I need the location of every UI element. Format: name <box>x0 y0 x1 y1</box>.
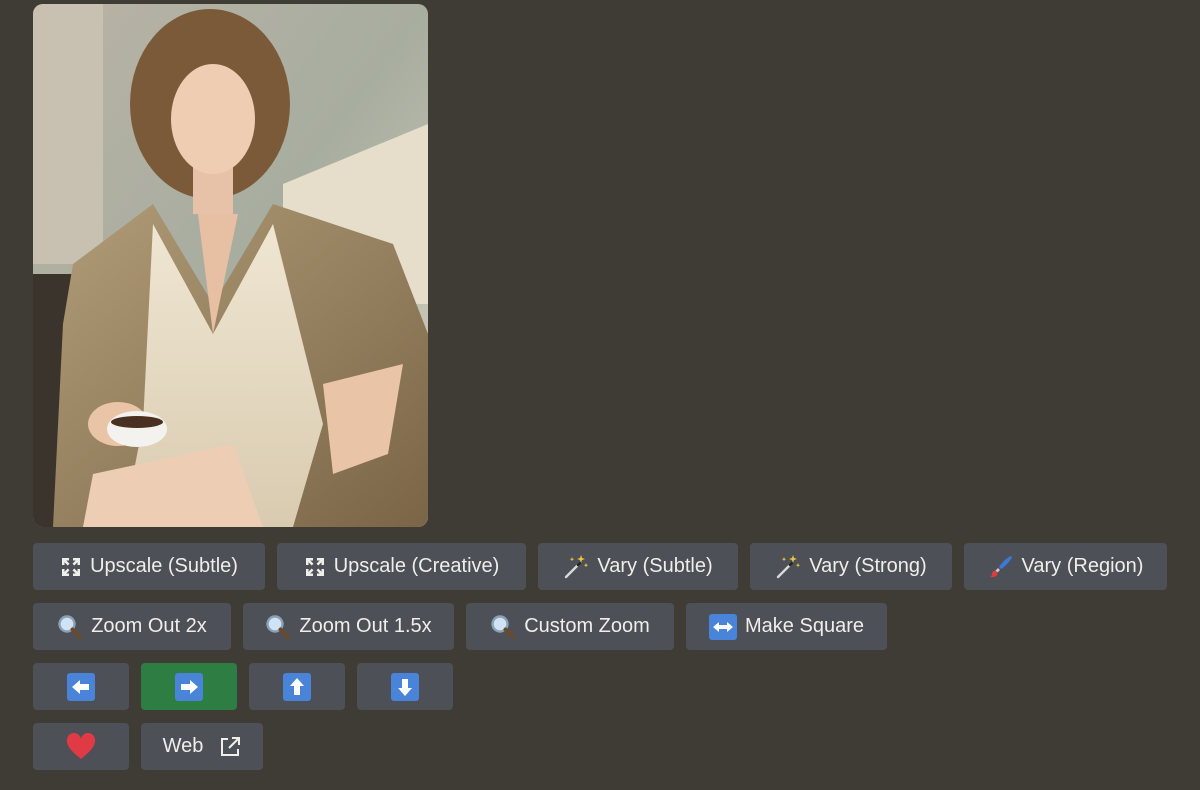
vary-strong-button[interactable]: Vary (Strong) <box>750 543 952 590</box>
magic-wand-icon <box>563 554 589 580</box>
magnifier-icon <box>57 614 83 640</box>
pan-up-button[interactable] <box>249 663 345 710</box>
external-link-icon <box>219 736 241 758</box>
custom-zoom-label: Custom Zoom <box>524 615 650 637</box>
generated-image[interactable] <box>33 4 428 527</box>
zoom-out-2x-button[interactable]: Zoom Out 2x <box>33 603 231 650</box>
vary-region-button[interactable]: Vary (Region) <box>964 543 1167 590</box>
upscale-creative-label: Upscale (Creative) <box>333 555 500 577</box>
upscale-creative-button[interactable]: Upscale (Creative) <box>277 543 526 590</box>
vary-strong-label: Vary (Strong) <box>809 555 927 577</box>
pan-down-button[interactable] <box>357 663 453 710</box>
arrow-right-icon <box>175 672 203 701</box>
pan-right-button[interactable] <box>141 663 237 710</box>
expand-arrows-icon <box>304 556 326 578</box>
make-square-button[interactable]: Make Square <box>686 603 887 650</box>
arrow-up-icon <box>283 672 311 701</box>
upscale-subtle-label: Upscale (Subtle) <box>90 555 238 577</box>
expand-arrows-icon <box>60 556 82 578</box>
favorite-button[interactable] <box>33 723 129 770</box>
magnifier-icon <box>265 614 291 640</box>
vary-subtle-button[interactable]: Vary (Subtle) <box>538 543 738 590</box>
web-label: Web <box>162 735 204 757</box>
web-button[interactable]: Web <box>141 723 263 770</box>
arrow-left-icon <box>67 672 95 701</box>
zoom-out-1-5x-label: Zoom Out 1.5x <box>299 615 432 637</box>
heart-icon <box>66 733 96 760</box>
arrow-down-icon <box>391 672 419 701</box>
vary-region-label: Vary (Region) <box>1021 555 1144 577</box>
left-right-arrow-icon <box>709 613 738 640</box>
custom-zoom-button[interactable]: Custom Zoom <box>466 603 674 650</box>
make-square-label: Make Square <box>745 615 864 637</box>
zoom-out-1-5x-button[interactable]: Zoom Out 1.5x <box>243 603 454 650</box>
pan-left-button[interactable] <box>33 663 129 710</box>
magic-wand-icon <box>775 554 801 580</box>
upscale-subtle-button[interactable]: Upscale (Subtle) <box>33 543 265 590</box>
paintbrush-icon <box>988 554 1014 580</box>
zoom-out-2x-label: Zoom Out 2x <box>91 615 207 637</box>
magnifier-icon <box>490 614 516 640</box>
vary-subtle-label: Vary (Subtle) <box>597 555 713 577</box>
